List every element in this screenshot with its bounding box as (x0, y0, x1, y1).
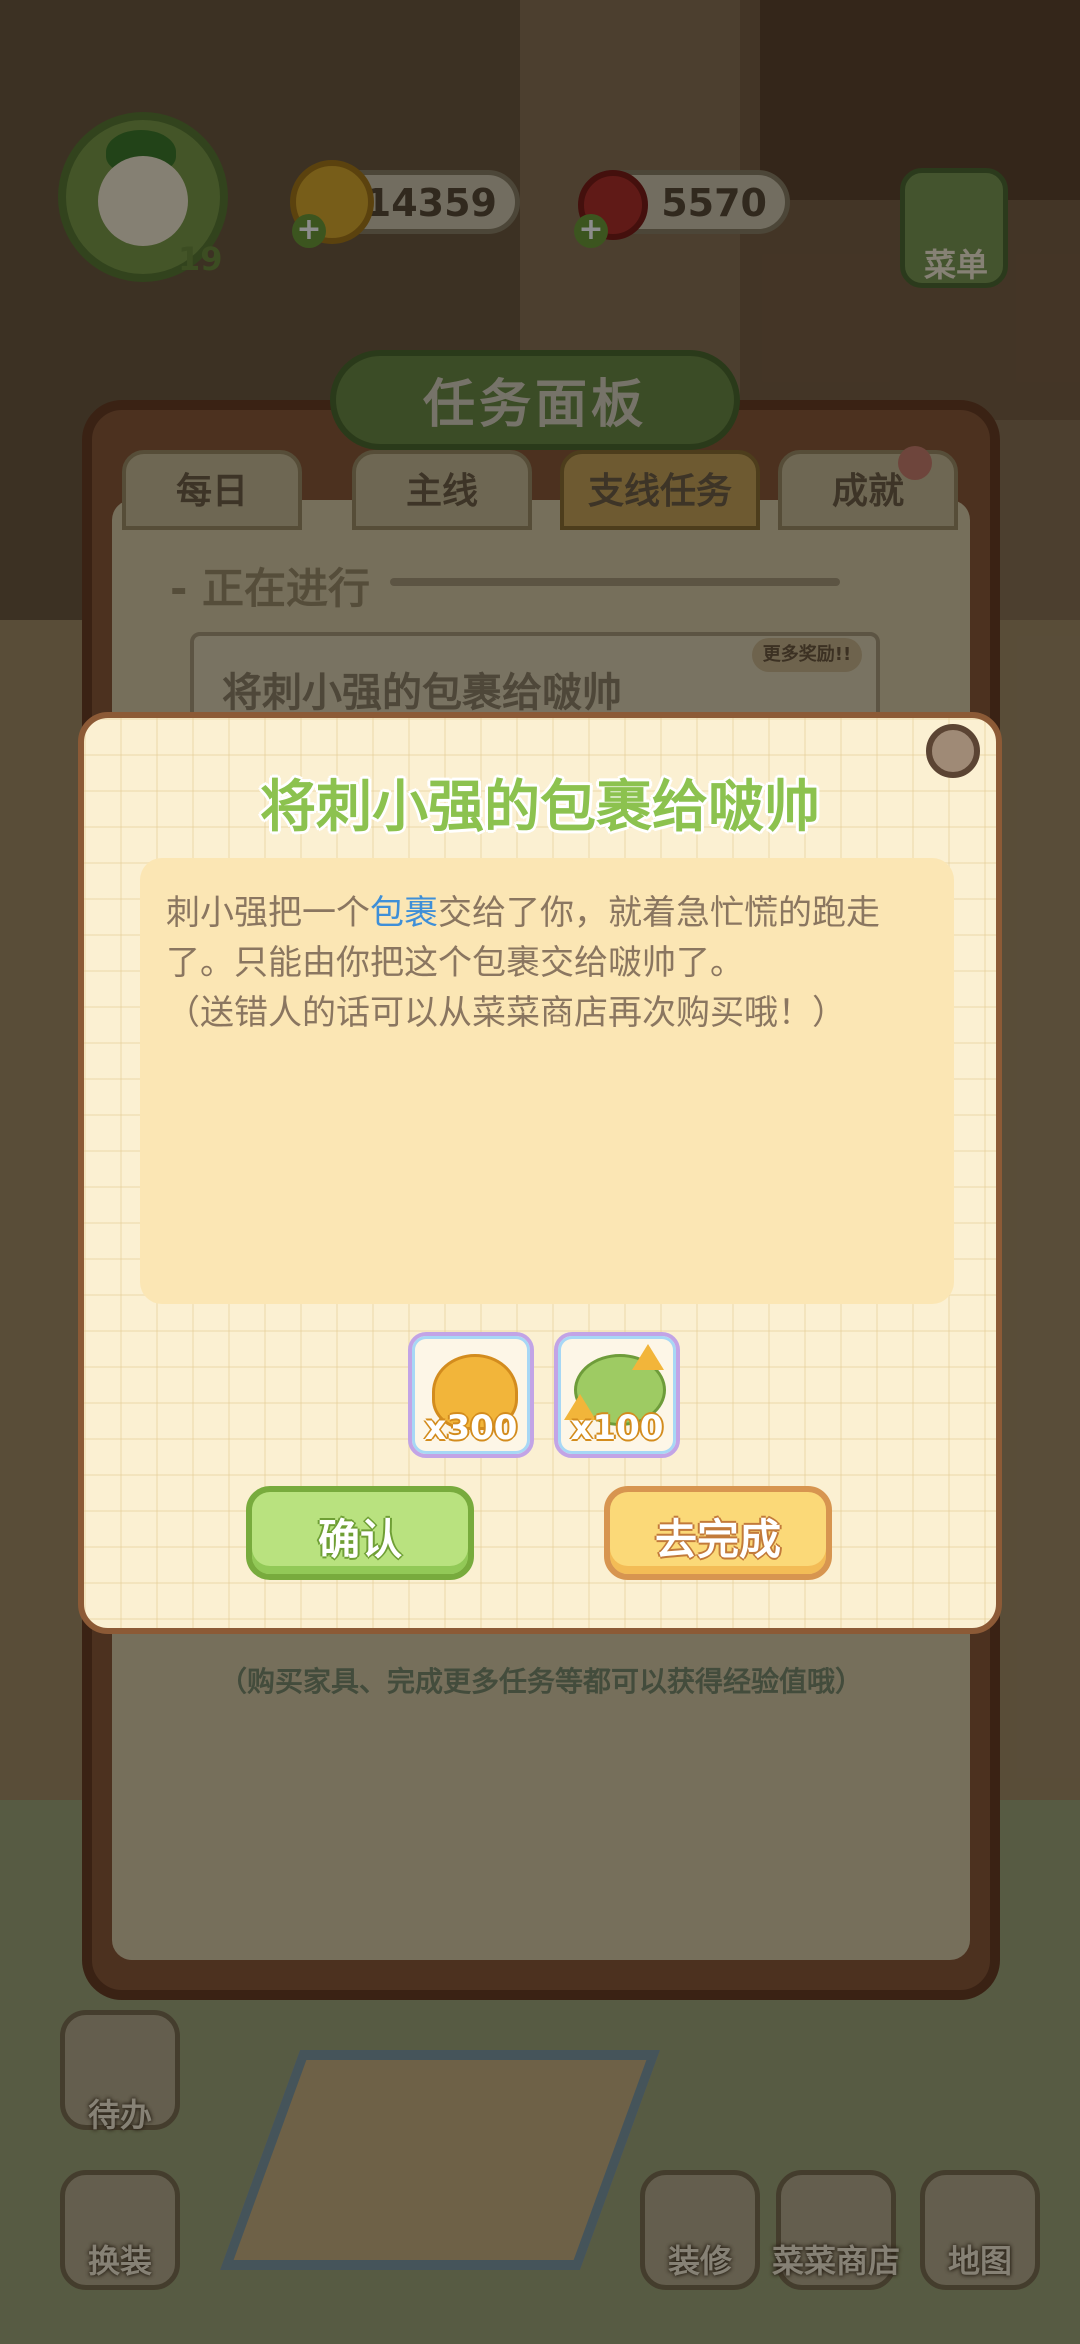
confirm-label: 确认 (317, 1515, 402, 1564)
go-complete-label: 去完成 (654, 1515, 781, 1564)
reward-veggie-qty: x100 (570, 1408, 664, 1448)
up-arrow-icon (632, 1344, 664, 1370)
reward-gold-qty: x300 (424, 1408, 518, 1448)
dialog-title: 将刺小强的包裹给啵帅 (260, 775, 820, 840)
package-highlight[interactable]: 包裹 (370, 893, 438, 933)
description-text-1: 刺小强把一个 (166, 893, 370, 933)
description-note: （送错人的话可以从菜菜商店再次购买哦！） (166, 993, 846, 1033)
task-description: 刺小强把一个包裹交给了你，就着急忙慌的跑走了。只能由你把这个包裹交给啵帅了。 （… (166, 888, 936, 1038)
